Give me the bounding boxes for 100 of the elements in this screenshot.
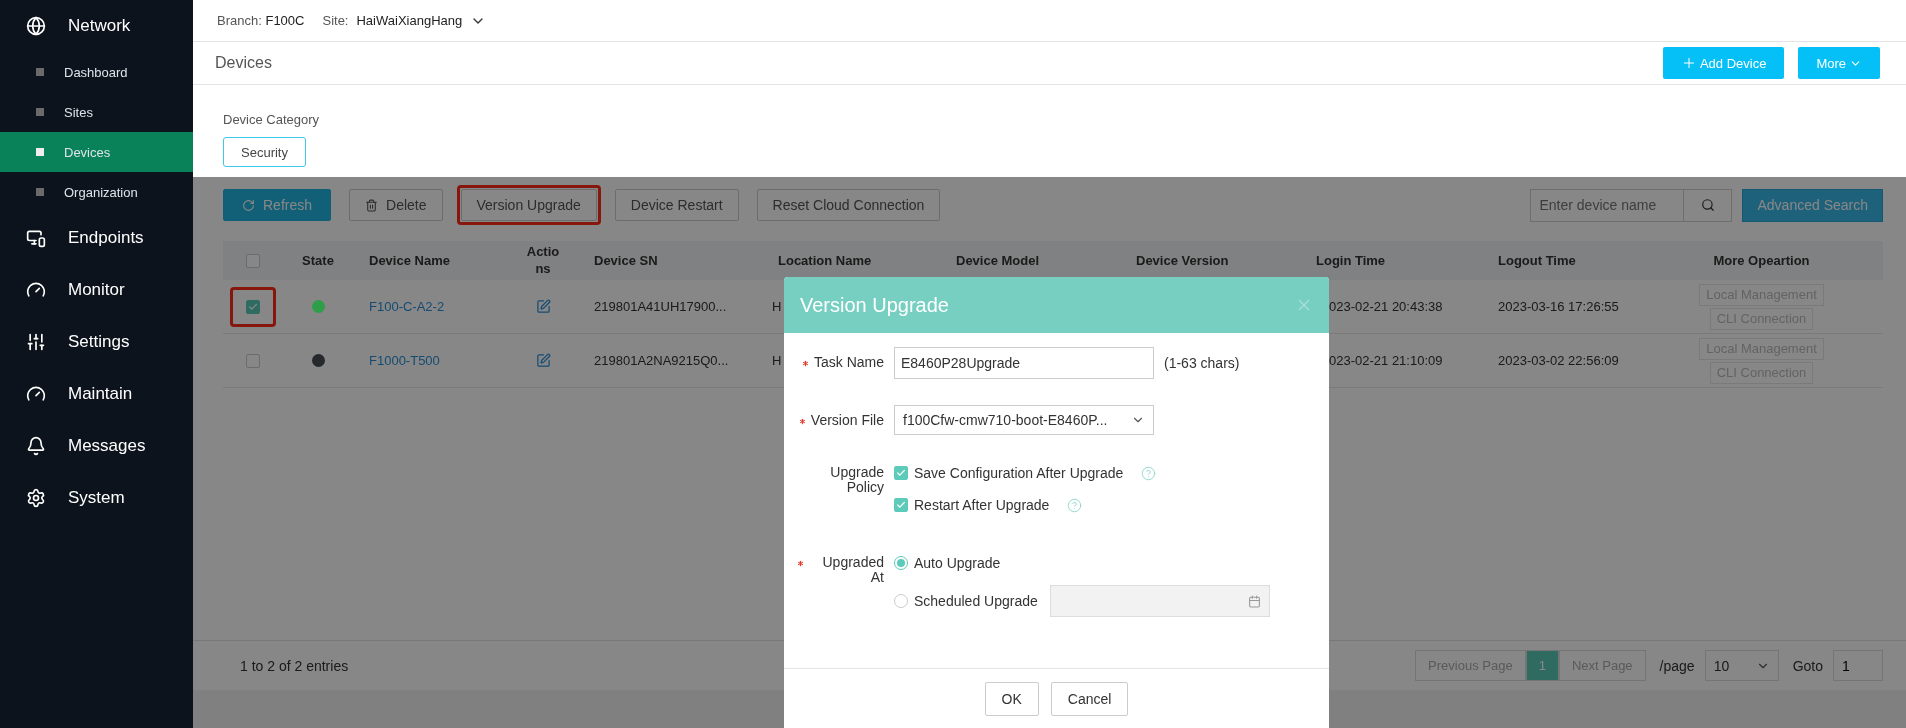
ok-button[interactable]: OK	[984, 681, 1039, 716]
bullet-icon	[36, 108, 44, 116]
column-header: Device Model	[940, 241, 1120, 280]
sidebar-subitem[interactable]: Devices	[0, 132, 193, 172]
column-header: Device Version	[1120, 241, 1300, 280]
sidebar-label: Network	[68, 16, 131, 36]
row-checkbox[interactable]	[246, 353, 260, 368]
sidebar-item[interactable]: Maintain	[0, 368, 193, 420]
sidebar-label: Endpoints	[68, 228, 144, 248]
date-field[interactable]	[1049, 585, 1270, 617]
policy-checkbox[interactable]: Restart After Upgrade	[894, 493, 1050, 517]
branch-value: F100C	[265, 13, 305, 28]
field-label: Upgrade Policy	[829, 463, 884, 495]
bullet-icon	[36, 68, 44, 76]
edit-icon[interactable]	[535, 299, 551, 314]
checkbox[interactable]	[246, 253, 260, 268]
column-header: Device SN	[578, 241, 762, 280]
entries-summary: 1 to 2 of 2 entries	[240, 657, 349, 674]
goto-label: Goto	[1792, 657, 1823, 674]
checkbox[interactable]	[894, 466, 908, 480]
sidebar-subitem[interactable]: Sites	[0, 92, 193, 132]
category-button[interactable]: Security	[223, 137, 306, 167]
search-icon	[1700, 198, 1715, 212]
goto-field[interactable]: 1	[1833, 650, 1883, 681]
search-button[interactable]	[1684, 188, 1733, 222]
column-header: State	[283, 241, 353, 280]
calendar-icon	[1247, 594, 1261, 608]
sliders-icon	[26, 332, 46, 352]
sidebar-item[interactable]: Messages	[0, 420, 193, 472]
toolbar-button[interactable]: Reset Cloud Connection	[756, 189, 941, 221]
sidebar-item[interactable]: Endpoints	[0, 212, 193, 264]
table-cell: 023-02-21 20:43:38	[1329, 299, 1443, 314]
devices-icon	[26, 228, 46, 248]
branch-label: Branch:	[217, 13, 263, 28]
policy-checkbox[interactable]: Save Configuration After Upgrade	[894, 461, 1124, 485]
refresh-icon	[242, 198, 255, 212]
bullet-icon	[36, 148, 44, 156]
toolbar-button[interactable]: Version Upgrade	[460, 189, 597, 221]
field-label: Upgraded At	[794, 551, 884, 585]
gauge-icon	[26, 280, 46, 300]
required-icon	[800, 359, 810, 368]
toolbar-button[interactable]: Device Restart	[614, 189, 739, 221]
sidebar-label: Settings	[68, 332, 130, 352]
edit-icon[interactable]	[535, 353, 551, 368]
sidebar-label: Messages	[68, 436, 146, 456]
check-icon	[896, 468, 906, 478]
table-cell: 219801A41UH17900...	[594, 299, 727, 314]
gauge-icon	[26, 384, 46, 404]
column-header: Actions	[508, 241, 578, 280]
sidebar-item[interactable]: Monitor	[0, 264, 193, 316]
sidebar-item[interactable]: Network	[0, 0, 193, 52]
required-icon	[797, 417, 807, 426]
sidebar-label: Dashboard	[64, 64, 128, 80]
search-field[interactable]: Enter device name	[1530, 188, 1685, 222]
table-cell: 2023-03-16 17:26:55	[1498, 299, 1619, 314]
radio[interactable]	[894, 556, 908, 570]
settings-icon	[26, 488, 46, 508]
table-cell: 219801A2NA9215Q0...	[594, 353, 729, 368]
sidebar-label: Monitor	[68, 280, 125, 300]
sidebar-subitem[interactable]: Organization	[0, 172, 193, 212]
column-header: Login Time	[1300, 241, 1482, 280]
radio[interactable]	[894, 594, 908, 608]
radio-option[interactable]: Auto Upgrade	[894, 551, 1001, 575]
help-icon[interactable]	[1067, 497, 1083, 513]
version-file-select[interactable]: f100Cfw-cmw710-boot-E8460P...	[894, 405, 1154, 435]
field-label: Version File	[794, 405, 884, 428]
column-header: Device Name	[353, 241, 508, 280]
site-value[interactable]: HaiWaiXiangHang	[356, 13, 463, 28]
help-icon[interactable]	[1141, 465, 1157, 481]
field-hint: (1-63 chars)	[1164, 355, 1240, 371]
trash-icon	[365, 198, 379, 212]
column-header: Logout Time	[1482, 241, 1640, 280]
radio-option[interactable]: Scheduled Upgrade	[894, 589, 1038, 613]
column-header: Location Name	[762, 241, 940, 280]
row-checkbox[interactable]	[246, 299, 260, 314]
cancel-button[interactable]: Cancel	[1050, 681, 1129, 716]
check-icon	[248, 301, 258, 312]
sidebar-label: Organization	[64, 184, 138, 200]
table-cell: H	[772, 299, 782, 314]
sidebar-subitem[interactable]: Dashboard	[0, 52, 193, 92]
checkbox[interactable]	[894, 498, 908, 512]
table-cell: 023-02-21 21:10:09	[1329, 353, 1443, 368]
task-name-field[interactable]: E8460P28Upgrade	[894, 347, 1154, 379]
dialog-title: Version Upgrade	[800, 293, 949, 317]
table-cell: 2023-03-02 22:56:09	[1498, 353, 1619, 368]
per-page-label: /page	[1659, 657, 1695, 674]
site-label: Site:	[322, 13, 349, 28]
toolbar-button[interactable]: Delete	[349, 189, 443, 221]
required-icon	[796, 559, 805, 568]
sidebar-label: Devices	[64, 144, 111, 160]
bullet-icon	[36, 188, 44, 196]
bell-icon	[26, 436, 46, 456]
table-cell: H	[772, 353, 782, 368]
globe-icon	[26, 16, 46, 36]
page-title: Devices	[215, 54, 273, 72]
page-size-select[interactable]: 10	[1704, 650, 1779, 681]
sidebar-item[interactable]: System	[0, 472, 193, 524]
category-label: Device Category	[223, 112, 321, 127]
sidebar-item[interactable]: Settings	[0, 316, 193, 368]
field-label: Task Name	[794, 347, 884, 370]
